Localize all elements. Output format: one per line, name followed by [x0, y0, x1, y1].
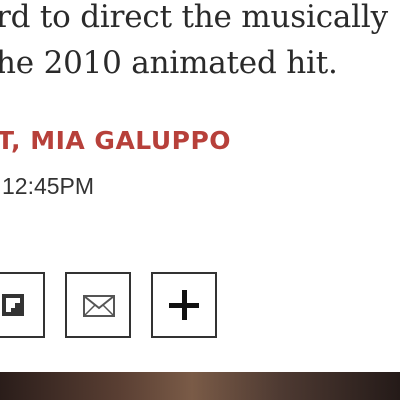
author-byline[interactable]: T, MIA GALUPPO [0, 126, 231, 155]
flipboard-share-button[interactable] [0, 272, 45, 338]
hero-image [0, 372, 400, 400]
email-share-button[interactable] [65, 272, 131, 338]
article-page: rd to direct the musically he 2010 anima… [0, 0, 400, 400]
email-icon [83, 295, 115, 317]
publish-time: 12:45PM [2, 173, 95, 199]
dek-line: rd to direct the musically [0, 0, 388, 35]
flipboard-icon [2, 294, 24, 316]
article-dek: rd to direct the musically he 2010 anima… [0, 0, 400, 86]
plus-icon [169, 290, 199, 320]
more-share-options-button[interactable] [151, 272, 217, 338]
dek-line: he 2010 animated hit. [0, 45, 338, 81]
share-toolbar [0, 272, 400, 342]
